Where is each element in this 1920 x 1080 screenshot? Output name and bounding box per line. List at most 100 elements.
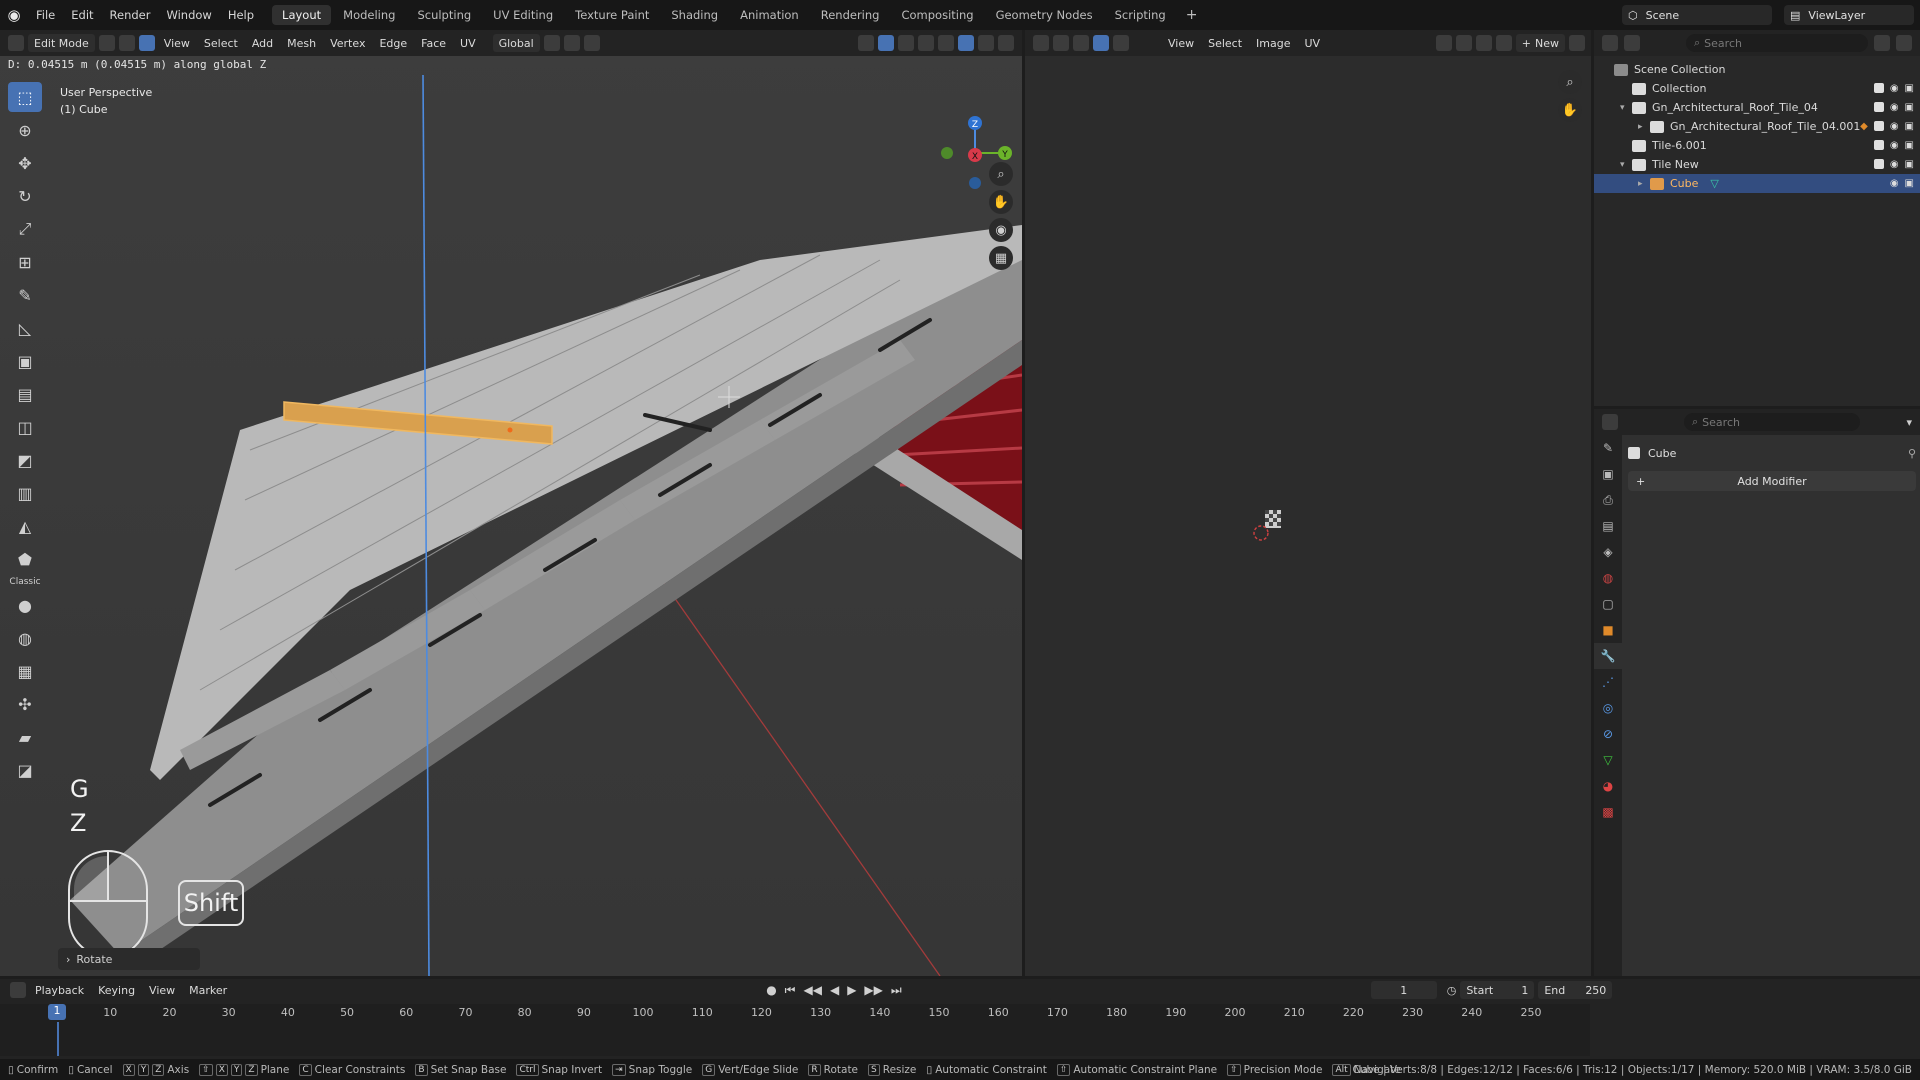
- frame-ruler[interactable]: 1102030405060708090100110120130140150160…: [0, 1004, 1590, 1022]
- eye-icon[interactable]: ◉: [1890, 178, 1899, 189]
- uv-vertex-select-icon[interactable]: [1073, 35, 1089, 51]
- camera-view-icon[interactable]: ◉: [989, 218, 1013, 242]
- timer-icon[interactable]: ◷: [1447, 984, 1457, 997]
- particles-tab-icon[interactable]: ⋰: [1594, 669, 1622, 695]
- chevron-down-icon[interactable]: ▾: [1620, 103, 1632, 113]
- 3d-viewport[interactable]: Edit Mode View Select Add Mesh Vertex Ed…: [0, 30, 1022, 976]
- playhead[interactable]: 1: [48, 1004, 66, 1020]
- tab-scripting[interactable]: Scripting: [1105, 5, 1176, 25]
- cursor-tool-icon[interactable]: ⊕: [8, 115, 42, 145]
- smooth-tool-icon[interactable]: ●: [8, 590, 42, 620]
- image-browse-icon[interactable]: [1495, 35, 1512, 51]
- next-keyframe-icon[interactable]: ▶▶: [864, 983, 882, 998]
- pan-hand-icon[interactable]: ✋: [989, 190, 1013, 214]
- eye-icon[interactable]: ◉: [1890, 121, 1899, 132]
- tree-row-cube[interactable]: ▸ Cube ▽ ◉ ▣: [1594, 174, 1920, 193]
- gizmo-toggle-icon[interactable]: [878, 35, 894, 51]
- tree-row-tile-new[interactable]: ▾ Tile New ◉ ▣: [1594, 155, 1920, 174]
- filter-icon[interactable]: [1874, 35, 1890, 51]
- tab-geometry-nodes[interactable]: Geometry Nodes: [986, 5, 1103, 25]
- record-icon[interactable]: ●: [766, 983, 776, 998]
- outliner-editor-type-icon[interactable]: [1602, 35, 1618, 51]
- checkbox-icon[interactable]: [1873, 140, 1884, 150]
- material-tab-icon[interactable]: ◕: [1594, 773, 1622, 799]
- vp-menu-edge[interactable]: Edge: [374, 37, 412, 50]
- tab-texture-paint[interactable]: Texture Paint: [565, 5, 659, 25]
- editor-type-icon[interactable]: [8, 35, 24, 51]
- select-box-tool-icon[interactable]: ⬚: [8, 82, 42, 112]
- camera-icon[interactable]: ▣: [1905, 121, 1914, 132]
- texture-tab-icon[interactable]: ▩: [1594, 799, 1622, 825]
- collection-tab-icon[interactable]: ▢: [1594, 591, 1622, 617]
- eye-icon[interactable]: ◉: [1890, 140, 1899, 151]
- tree-row-roof-tile-001[interactable]: ▸ Gn_Architectural_Roof_Tile_04.001 ◆ ◉ ▣: [1594, 117, 1920, 136]
- edge-select-icon[interactable]: [118, 35, 135, 51]
- output-tab-icon[interactable]: ⎙: [1594, 487, 1622, 513]
- current-frame-field[interactable]: 1: [1370, 981, 1437, 999]
- end-frame-field[interactable]: End 250: [1538, 981, 1613, 999]
- checkbox-icon[interactable]: [1873, 159, 1884, 169]
- eye-icon[interactable]: ◉: [1890, 159, 1899, 170]
- rotate-tool-icon[interactable]: ↻: [8, 181, 42, 211]
- tab-shading[interactable]: Shading: [661, 5, 728, 25]
- vp-menu-vertex[interactable]: Vertex: [325, 37, 370, 50]
- jump-end-icon[interactable]: ⏭: [891, 983, 902, 998]
- edge-slide-tool-icon[interactable]: ▦: [8, 656, 42, 686]
- perspective-toggle-icon[interactable]: ▦: [989, 246, 1013, 270]
- tree-row-scene-collection[interactable]: Scene Collection: [1594, 60, 1920, 79]
- face-select-icon[interactable]: [138, 35, 155, 51]
- prev-keyframe-icon[interactable]: ◀◀: [803, 983, 821, 998]
- menu-help[interactable]: Help: [220, 0, 262, 30]
- uv-pan-hand-icon[interactable]: ✋: [1558, 98, 1582, 122]
- menu-render[interactable]: Render: [102, 0, 159, 30]
- orientation-selector[interactable]: Global: [492, 34, 540, 52]
- material-shading-icon[interactable]: [978, 35, 994, 51]
- camera-icon[interactable]: ▣: [1905, 159, 1914, 170]
- mesh-data-icon[interactable]: ▽: [1710, 177, 1718, 190]
- transform-tool-icon[interactable]: ⊞: [8, 247, 42, 277]
- vp-menu-uv[interactable]: UV: [455, 37, 481, 50]
- uv-editor-type-icon[interactable]: [1033, 35, 1049, 51]
- outliner-search-input[interactable]: ⌕ Search: [1686, 34, 1868, 52]
- constraints-tab-icon[interactable]: ⊘: [1594, 721, 1622, 747]
- chevron-down-icon[interactable]: ▾: [1620, 160, 1632, 170]
- uv-editor[interactable]: View Select Image UV + New ⌕ ✋: [1025, 30, 1591, 976]
- uv-sync-icon[interactable]: [1053, 35, 1069, 51]
- solid-shading-icon[interactable]: [958, 35, 974, 51]
- visibility-icon[interactable]: [858, 35, 874, 51]
- tab-layout[interactable]: Layout: [272, 5, 332, 25]
- pivot-icon[interactable]: [543, 35, 560, 51]
- image-pin-icon[interactable]: [1569, 35, 1585, 51]
- uv-menu-view[interactable]: View: [1163, 37, 1199, 50]
- chevron-right-icon[interactable]: ▸: [1638, 179, 1650, 189]
- uv-snap-icon[interactable]: [1455, 35, 1472, 51]
- extrude-tool-icon[interactable]: ▤: [8, 379, 42, 409]
- tree-row-tile-6[interactable]: Tile-6.001 ◉ ▣: [1594, 136, 1920, 155]
- tree-row-roof-tile[interactable]: ▾ Gn_Architectural_Roof_Tile_04 ◉ ▣: [1594, 98, 1920, 117]
- xray-icon[interactable]: [918, 35, 934, 51]
- tab-modeling[interactable]: Modeling: [333, 5, 405, 25]
- proportional-edit-icon[interactable]: [583, 35, 600, 51]
- start-frame-field[interactable]: Start 1: [1460, 981, 1535, 999]
- shrink-fatten-tool-icon[interactable]: ✣: [8, 689, 42, 719]
- view-layer-tab-icon[interactable]: ▤: [1594, 513, 1622, 539]
- new-image-button[interactable]: + New: [1515, 34, 1565, 52]
- modifier-tab-icon[interactable]: 🔧: [1594, 643, 1622, 669]
- camera-icon[interactable]: ▣: [1905, 140, 1914, 151]
- timeline-body[interactable]: [0, 1022, 1590, 1056]
- checkbox-icon[interactable]: [1873, 102, 1884, 112]
- rip-tool-icon[interactable]: ◪: [8, 755, 42, 785]
- pin-icon[interactable]: ⚲: [1908, 447, 1916, 460]
- uv-face-select-icon[interactable]: [1093, 35, 1109, 51]
- chevron-right-icon[interactable]: ▸: [1638, 122, 1650, 132]
- tool-tab-icon[interactable]: ✎: [1594, 435, 1622, 461]
- tl-menu-playback[interactable]: Playback: [30, 984, 89, 997]
- view-layer-selector[interactable]: ▤ ViewLayer: [1784, 5, 1914, 25]
- jump-start-icon[interactable]: ⏮: [785, 983, 796, 998]
- scale-tool-icon[interactable]: ⤢: [8, 214, 42, 244]
- menu-window[interactable]: Window: [158, 0, 219, 30]
- last-operator-panel[interactable]: › Rotate: [58, 948, 200, 970]
- tab-uv-editing[interactable]: UV Editing: [483, 5, 563, 25]
- tab-sculpting[interactable]: Sculpting: [407, 5, 481, 25]
- add-cube-tool-icon[interactable]: ▣: [8, 346, 42, 376]
